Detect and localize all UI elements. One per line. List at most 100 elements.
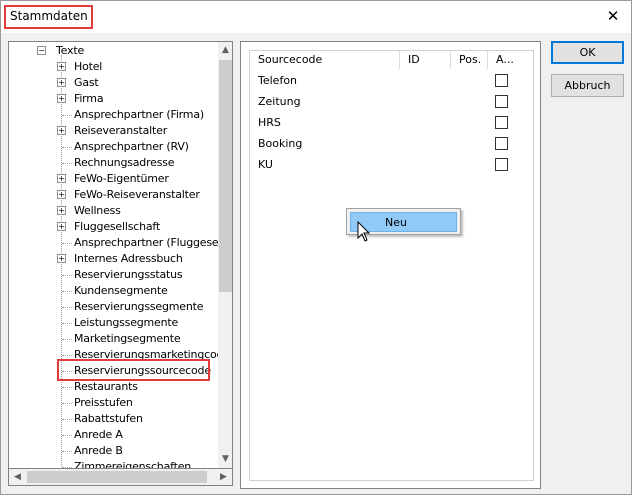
expand-icon[interactable]: + (57, 94, 66, 103)
list-row[interactable]: Telefon (250, 71, 533, 92)
column-header-pos[interactable]: Pos. (451, 51, 488, 69)
tree-item-label: Rabattstufen (74, 412, 143, 425)
list-row[interactable]: Booking (250, 134, 533, 155)
column-header-id[interactable]: ID (400, 51, 451, 69)
expand-icon[interactable]: + (57, 62, 66, 71)
tree-item[interactable]: + Gast (57, 75, 99, 91)
tree-connector-line (62, 307, 72, 308)
tree-horizontal-scrollbar[interactable]: ◀ ▶ (8, 469, 233, 486)
tree-item-label: Ansprechpartner (Fluggesellsc (74, 236, 233, 249)
sourcecode-list[interactable]: Sourcecode ID Pos. A... Telefon Zeitung HR… (249, 50, 534, 481)
list-row[interactable]: Zeitung (250, 92, 533, 113)
tree-item[interactable]: + FeWo-Reiseveranstalter (57, 187, 200, 203)
stammdaten-dialog: Stammdaten ✕ − Texte + Hotel + Gast + Firma Ansp… (0, 0, 632, 495)
tree-item[interactable]: Leistungssegmente (57, 315, 178, 331)
tree-connector-line (62, 467, 72, 468)
tree-item[interactable]: Marketingsegmente (57, 331, 181, 347)
tree-item-label: Zimmereigenschaften (74, 460, 192, 469)
tree-item[interactable]: + Internes Adressbuch (57, 251, 183, 267)
expand-icon[interactable]: + (57, 78, 66, 87)
expand-icon[interactable]: + (57, 190, 66, 199)
tree-connector-line (62, 115, 72, 116)
tree-item[interactable]: Kundensegmente (57, 283, 168, 299)
row-active-checkbox[interactable] (495, 95, 508, 108)
tree-item-label: Rechnungsadresse (74, 156, 175, 169)
row-active-checkbox[interactable] (495, 116, 508, 129)
tree-item[interactable]: Anrede B (57, 443, 123, 459)
tree-connector-line (62, 403, 72, 404)
tree-item-label: Reservierungsstatus (74, 268, 183, 281)
tree-item[interactable]: + Firma (57, 91, 104, 107)
column-header-active[interactable]: A... (488, 51, 514, 69)
tree-item[interactable]: Reservierungssegmente (57, 299, 203, 315)
collapse-icon[interactable]: − (37, 46, 46, 55)
tree-item-label: Restaurants (74, 380, 138, 393)
row-active-checkbox[interactable] (495, 137, 508, 150)
tree-item-label: Preisstufen (74, 396, 133, 409)
tree-item[interactable]: + Hotel (57, 59, 102, 75)
expand-icon[interactable]: + (57, 222, 66, 231)
mouse-cursor-icon (357, 221, 371, 242)
tree-item[interactable]: + Reiseveranstalter (57, 123, 167, 139)
row-sourcecode-label: Telefon (258, 74, 298, 87)
tree-item[interactable]: Reservierungsstatus (57, 267, 183, 283)
list-row[interactable]: HRS (250, 113, 533, 134)
scroll-down-arrow-icon[interactable]: ▼ (218, 451, 232, 468)
tree-item-label: Anrede B (74, 444, 123, 457)
close-icon[interactable]: ✕ (605, 8, 621, 24)
tree-connector-line (62, 419, 72, 420)
tree-connector-line (62, 355, 72, 356)
tree-item[interactable]: + Fluggesellschaft (57, 219, 160, 235)
tree-item-label: Anrede A (74, 428, 123, 441)
expand-icon[interactable]: + (57, 206, 66, 215)
tree-connector-line (62, 339, 72, 340)
ok-button[interactable]: OK (551, 41, 624, 64)
tree-vertical-scrollbar[interactable]: ▲ ▼ (218, 42, 232, 468)
tree-item-label: FeWo-Eigentümer (74, 172, 169, 185)
tree-item[interactable]: Zimmereigenschaften (57, 459, 192, 469)
tree-item[interactable]: + FeWo-Eigentümer (57, 171, 169, 187)
tree-item[interactable]: Rabattstufen (57, 411, 143, 427)
scroll-thumb[interactable] (219, 60, 232, 292)
tree-item-label: Gast (74, 76, 99, 89)
row-sourcecode-label: HRS (258, 116, 281, 129)
tree-connector-line (62, 147, 72, 148)
tree-connector-line (62, 435, 72, 436)
scroll-up-arrow-icon[interactable]: ▲ (218, 42, 232, 59)
list-row[interactable]: KU (250, 155, 533, 176)
selected-item-highlight-box (57, 359, 210, 381)
tree-item[interactable]: + Wellness (57, 203, 121, 219)
tree-item-label: Leistungssegmente (74, 316, 179, 329)
tree-item-label: Wellness (74, 204, 121, 217)
expand-icon[interactable]: + (57, 126, 66, 135)
row-active-checkbox[interactable] (495, 158, 508, 171)
tree-item-label: Internes Adressbuch (74, 252, 183, 265)
tree-item-label: Marketingsegmente (74, 332, 181, 345)
scroll-right-arrow-icon[interactable]: ▶ (215, 469, 232, 485)
category-tree[interactable]: − Texte + Hotel + Gast + Firma Ansprechpartner (… (8, 41, 233, 469)
tree-item[interactable]: Ansprechpartner (RV) (57, 139, 189, 155)
row-sourcecode-label: KU (258, 158, 273, 171)
column-header-sourcecode[interactable]: Sourcecode (250, 51, 400, 69)
tree-item[interactable]: Restaurants (57, 379, 138, 395)
cancel-button[interactable]: Abbruch (551, 74, 624, 97)
horizontal-scroll-thumb[interactable] (27, 471, 207, 483)
row-active-checkbox[interactable] (495, 74, 508, 87)
tree-item[interactable]: Ansprechpartner (Firma) (57, 107, 204, 123)
expand-icon[interactable]: + (57, 174, 66, 183)
sourcecode-list-panel: Sourcecode ID Pos. A... Telefon Zeitung HR… (240, 41, 541, 489)
tree-item-label: Fluggesellschaft (74, 220, 160, 233)
tree-item[interactable]: Rechnungsadresse (57, 155, 175, 171)
title-highlight-box (4, 5, 93, 29)
tree-item[interactable]: Anrede A (57, 427, 123, 443)
tree-item[interactable]: Preisstufen (57, 395, 133, 411)
tree-connector-line (62, 243, 72, 244)
title-bar: Stammdaten ✕ (1, 1, 631, 33)
tree-item[interactable]: Ansprechpartner (Fluggesellsc (57, 235, 233, 251)
row-sourcecode-label: Zeitung (258, 95, 301, 108)
tree-item-label: Ansprechpartner (Firma) (74, 108, 204, 121)
list-header: Sourcecode ID Pos. A... (250, 51, 533, 69)
row-sourcecode-label: Booking (258, 137, 303, 150)
scroll-left-arrow-icon[interactable]: ◀ (9, 469, 26, 485)
expand-icon[interactable]: + (57, 254, 66, 263)
